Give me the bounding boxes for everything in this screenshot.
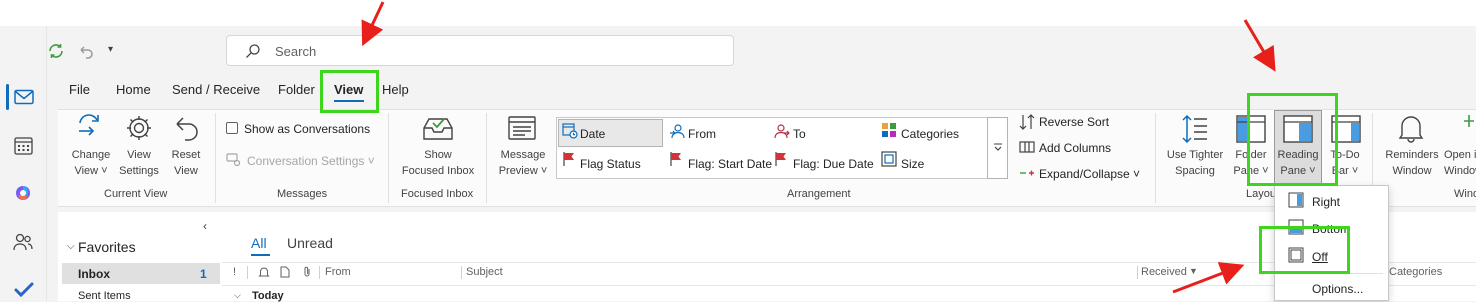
arrow-to-view-tab bbox=[361, 1, 385, 47]
arrow-to-reading-pane bbox=[1243, 19, 1276, 72]
annotation-arrows bbox=[361, 1, 1276, 294]
arrow-to-off-option bbox=[1172, 262, 1245, 294]
